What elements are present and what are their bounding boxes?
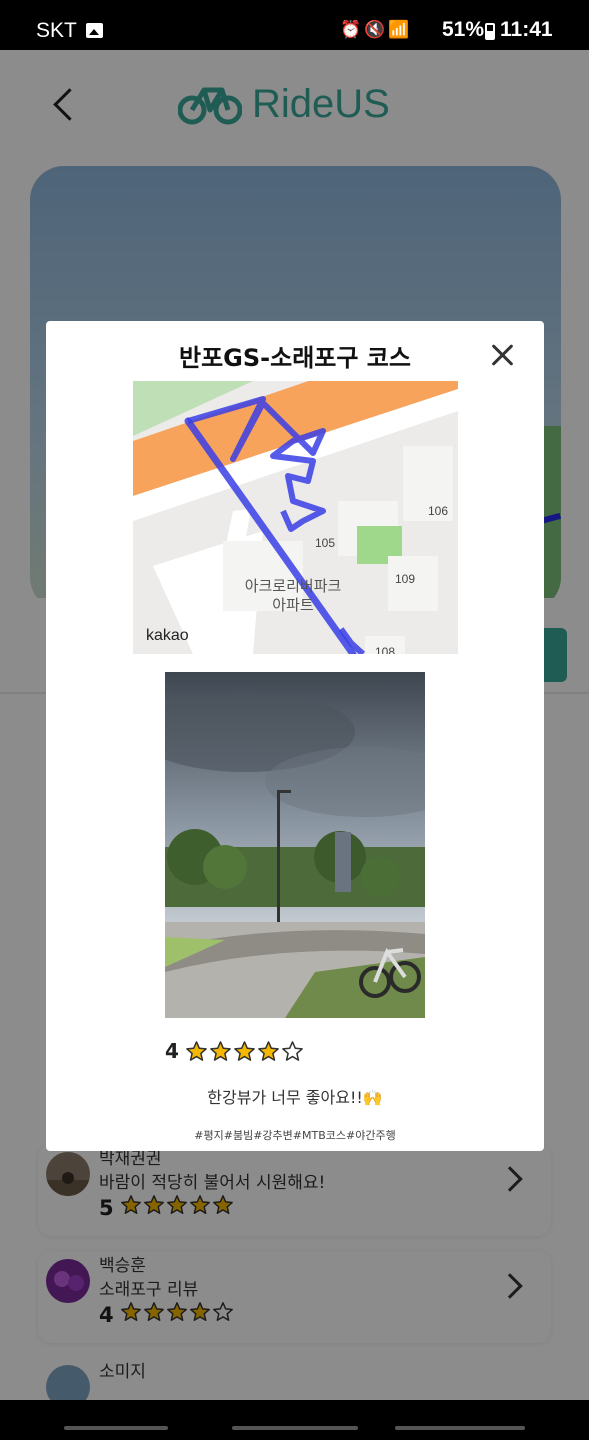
review-tags: #평지#붐빔#강추변#MTB코스#야간주행 (194, 1129, 396, 1142)
clock: 11:41 (500, 18, 553, 41)
building-number: 108 (375, 645, 396, 654)
star-rating (185, 1040, 304, 1063)
review-comment: 한강뷰가 너무 좋아요!!🙌 (207, 1088, 383, 1107)
recent-apps-button[interactable] (64, 1426, 168, 1430)
status-bar: SKT ⏰🔇📶 51% 11:41 (0, 0, 589, 50)
modal-rating: 4 (165, 1039, 304, 1063)
star-filled-icon (258, 1040, 279, 1061)
building-number: 105 (315, 536, 336, 550)
star-empty-icon (282, 1040, 303, 1061)
riverside-photo (165, 672, 425, 1018)
building-number: 109 (395, 572, 416, 586)
star-filled-icon (234, 1040, 255, 1061)
modal-title: 반포GS-소래포구 코스 (179, 344, 411, 372)
building-number: 106 (428, 504, 449, 518)
apartment-label: 아크로리버파크 아파트 (244, 577, 342, 614)
home-button[interactable] (232, 1426, 358, 1430)
star-filled-icon (186, 1040, 207, 1061)
system-icons: ⏰🔇📶 (340, 20, 413, 40)
battery-percent: 51% (442, 18, 485, 41)
close-icon[interactable] (486, 339, 520, 373)
route-map[interactable]: 105 106 109 108 아크로리버파크 아파트 kakao (133, 381, 458, 654)
map-watermark: kakao (146, 627, 189, 644)
rating-score: 4 (165, 1039, 179, 1063)
star-filled-icon (210, 1040, 231, 1061)
review-detail-modal: 반포GS-소래포구 코스 105 106 109 108 아크로리버파크 아파트 (46, 321, 544, 1151)
system-nav-bar (0, 1400, 589, 1440)
battery-icon (485, 23, 495, 40)
review-photo[interactable] (165, 672, 425, 1018)
back-nav-button[interactable] (395, 1426, 525, 1430)
carrier-label: SKT (36, 19, 77, 42)
image-notification-icon (86, 23, 103, 38)
